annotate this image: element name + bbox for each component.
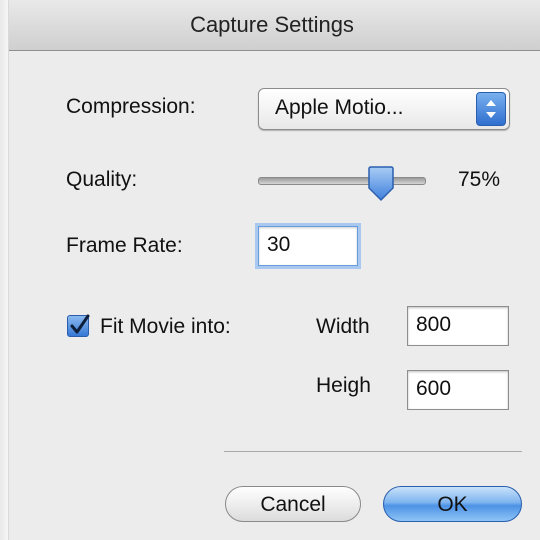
compression-popup[interactable]: Apple Motio...	[258, 88, 510, 130]
capture-settings-dialog: Capture Settings Compression: Apple Moti…	[0, 0, 540, 540]
height-field[interactable]: 600	[407, 370, 509, 410]
title-bar: Capture Settings	[0, 0, 540, 51]
frame-rate-field[interactable]: 30	[258, 226, 358, 266]
divider	[224, 451, 522, 452]
ok-button[interactable]: OK	[383, 486, 522, 522]
height-label: Heigh	[316, 374, 371, 397]
width-field[interactable]: 800	[407, 306, 509, 346]
frame-rate-label: Frame Rate:	[66, 234, 183, 257]
compression-selected-value: Apple Motio...	[275, 96, 404, 119]
popup-arrows-icon	[476, 92, 506, 126]
window-edge	[0, 0, 9, 540]
quality-label: Quality:	[66, 168, 138, 191]
width-label: Width	[316, 315, 370, 338]
fit-movie-label[interactable]: Fit Movie into:	[100, 315, 231, 339]
cancel-button[interactable]: Cancel	[225, 486, 361, 522]
quality-value: 75%	[458, 168, 501, 191]
window-title: Capture Settings	[190, 12, 354, 37]
quality-slider-thumb[interactable]	[366, 166, 396, 202]
fit-movie-checkbox[interactable]	[67, 314, 90, 337]
compression-label: Compression:	[66, 95, 196, 118]
quality-slider-track[interactable]	[258, 177, 426, 185]
checkmark-icon	[70, 314, 90, 334]
